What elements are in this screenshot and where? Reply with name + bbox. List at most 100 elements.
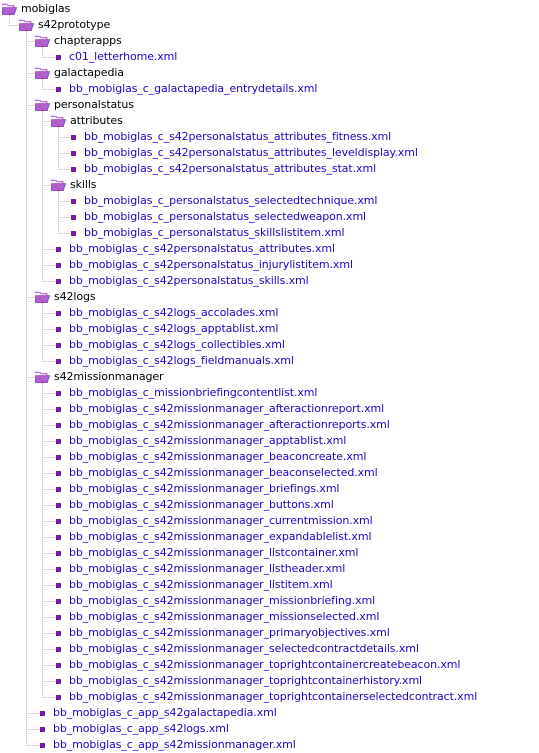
tree-file[interactable]: bb_mobiglas_c_app_s42galactapedia.xml [40, 705, 277, 721]
file-bullet-icon [56, 625, 66, 641]
file-bullet-icon [56, 561, 66, 577]
tree-file[interactable]: bb_mobiglas_c_missionbriefingcontentlist… [56, 385, 317, 401]
file-label: bb_mobiglas_c_s42missionmanager_primaryo… [69, 626, 390, 639]
file-label: bb_mobiglas_c_personalstatus_skillslisti… [84, 226, 345, 239]
tree-file[interactable]: bb_mobiglas_c_s42missionmanager_currentm… [56, 513, 373, 529]
tree-file[interactable]: bb_mobiglas_c_s42missionmanager_primaryo… [56, 625, 390, 641]
file-bullet-icon [40, 705, 50, 721]
file-bullet-icon [56, 673, 66, 689]
file-bullet-icon [56, 385, 66, 401]
tree-file[interactable]: bb_mobiglas_c_s42personalstatus_attribut… [71, 145, 418, 161]
tree-file[interactable]: bb_mobiglas_c_s42missionmanager_beaconcr… [56, 449, 366, 465]
tree-file[interactable]: bb_mobiglas_c_app_s42logs.xml [40, 721, 229, 737]
tree-folder[interactable]: s42missionmanager [35, 369, 164, 385]
file-bullet-icon [71, 161, 81, 177]
tree-file[interactable]: bb_mobiglas_c_s42logs_collectibles.xml [56, 337, 285, 353]
file-label: bb_mobiglas_c_s42personalstatus_skills.x… [69, 274, 309, 287]
tree-file[interactable]: bb_mobiglas_c_s42personalstatus_attribut… [71, 129, 391, 145]
folder-label: s42missionmanager [54, 370, 164, 383]
tree-file[interactable]: bb_mobiglas_c_s42missionmanager_buttons.… [56, 497, 334, 513]
file-bullet-icon [56, 657, 66, 673]
tree-file[interactable]: bb_mobiglas_c_s42missionmanager_apptabli… [56, 433, 346, 449]
file-bullet-icon [56, 321, 66, 337]
tree-file[interactable]: bb_mobiglas_c_s42missionmanager_listhead… [56, 561, 345, 577]
tree-file[interactable]: bb_mobiglas_c_s42missionmanager_missionb… [56, 593, 375, 609]
file-label: bb_mobiglas_c_s42missionmanager_selected… [69, 642, 419, 655]
folder-open-icon [35, 97, 51, 113]
tree-file[interactable]: bb_mobiglas_c_s42missionmanager_beaconse… [56, 465, 378, 481]
tree-file[interactable]: bb_mobiglas_c_galactapedia_entrydetails.… [56, 81, 317, 97]
file-label: bb_mobiglas_c_s42missionmanager_apptabli… [69, 434, 347, 447]
file-bullet-icon [56, 513, 66, 529]
tree-file[interactable]: bb_mobiglas_c_s42missionmanager_briefing… [56, 481, 339, 497]
tree-file[interactable]: bb_mobiglas_c_s42missionmanager_expandab… [56, 529, 372, 545]
tree-folder[interactable]: mobiglas [2, 1, 70, 17]
tree-file[interactable]: bb_mobiglas_c_personalstatus_skillslisti… [71, 225, 345, 241]
tree-file[interactable]: bb_mobiglas_c_s42personalstatus_skills.x… [56, 273, 309, 289]
file-label: bb_mobiglas_c_s42missionmanager_briefing… [69, 482, 340, 495]
tree-folder[interactable]: skills [51, 177, 97, 193]
file-label: bb_mobiglas_c_s42personalstatus_attribut… [84, 146, 418, 159]
file-label: bb_mobiglas_c_s42missionmanager_listitem… [69, 578, 333, 591]
tree-file[interactable]: bb_mobiglas_c_s42missionmanager_afteract… [56, 401, 384, 417]
file-bullet-icon [56, 481, 66, 497]
file-label: bb_mobiglas_c_s42missionmanager_topright… [69, 674, 423, 687]
tree-file[interactable]: bb_mobiglas_c_s42missionmanager_afteract… [56, 417, 390, 433]
tree-folder[interactable]: chapterapps [35, 33, 122, 49]
tree-folder[interactable]: s42logs [35, 289, 96, 305]
tree-file[interactable]: bb_mobiglas_c_s42logs_apptablist.xml [56, 321, 278, 337]
file-bullet-icon [56, 433, 66, 449]
tree-file[interactable]: bb_mobiglas_c_s42missionmanager_selected… [56, 641, 419, 657]
tree-file[interactable]: bb_mobiglas_c_s42missionmanager_topright… [56, 657, 460, 673]
file-bullet-icon [56, 641, 66, 657]
file-bullet-icon [56, 337, 66, 353]
tree-file[interactable]: bb_mobiglas_c_s42missionmanager_topright… [56, 689, 477, 705]
file-label: bb_mobiglas_c_s42missionmanager_listhead… [69, 562, 346, 575]
file-bullet-icon [56, 577, 66, 593]
file-bullet-icon [71, 129, 81, 145]
tree-file[interactable]: bb_mobiglas_c_app_s42missionmanager.xml [40, 737, 296, 753]
folder-open-icon [51, 177, 67, 193]
tree-file[interactable]: bb_mobiglas_c_personalstatus_selectedwea… [71, 209, 366, 225]
tree-file[interactable]: bb_mobiglas_c_s42personalstatus_attribut… [71, 161, 376, 177]
file-label: bb_mobiglas_c_s42missionmanager_missions… [69, 610, 380, 623]
folder-open-icon [51, 113, 67, 129]
file-label: bb_mobiglas_c_s42logs_collectibles.xml [69, 338, 285, 351]
file-bullet-icon [56, 401, 66, 417]
tree-file[interactable]: c01_letterhome.xml [56, 49, 177, 65]
file-bullet-icon [56, 449, 66, 465]
file-label: bb_mobiglas_c_missionbriefingcontentlist… [69, 386, 318, 399]
folder-open-icon [2, 1, 18, 17]
tree-file[interactable]: bb_mobiglas_c_s42logs_fieldmanuals.xml [56, 353, 294, 369]
file-label: bb_mobiglas_c_app_s42missionmanager.xml [53, 738, 296, 751]
tree-file[interactable]: bb_mobiglas_c_s42personalstatus_injuryli… [56, 257, 353, 273]
file-label: bb_mobiglas_c_s42logs_apptablist.xml [69, 322, 279, 335]
tree-folder[interactable]: galactapedia [35, 65, 124, 81]
file-bullet-icon [56, 241, 66, 257]
tree-file[interactable]: bb_mobiglas_c_s42missionmanager_listitem… [56, 577, 333, 593]
tree-folder[interactable]: personalstatus [35, 97, 134, 113]
file-bullet-icon [56, 689, 66, 705]
folder-label: chapterapps [54, 34, 122, 47]
file-bullet-icon [56, 257, 66, 273]
file-label: bb_mobiglas_c_s42missionmanager_topright… [69, 658, 461, 671]
file-label: bb_mobiglas_c_personalstatus_selectedwea… [84, 210, 367, 223]
file-bullet-icon [56, 529, 66, 545]
file-bullet-icon [71, 225, 81, 241]
tree-file[interactable]: bb_mobiglas_c_s42personalstatus_attribut… [56, 241, 335, 257]
folder-label: attributes [70, 114, 123, 127]
file-bullet-icon [56, 593, 66, 609]
file-label: bb_mobiglas_c_s42missionmanager_beaconcr… [69, 450, 367, 463]
tree-folder[interactable]: s42prototype [19, 17, 110, 33]
tree-folder[interactable]: attributes [51, 113, 123, 129]
tree-file[interactable]: bb_mobiglas_c_s42missionmanager_listcont… [56, 545, 358, 561]
file-label: bb_mobiglas_c_s42missionmanager_currentm… [69, 514, 373, 527]
tree-file[interactable]: bb_mobiglas_c_s42missionmanager_missions… [56, 609, 379, 625]
tree-file[interactable]: bb_mobiglas_c_s42logs_accolades.xml [56, 305, 278, 321]
tree-file[interactable]: bb_mobiglas_c_personalstatus_selectedtec… [71, 193, 377, 209]
file-bullet-icon [56, 81, 66, 97]
folder-open-icon [19, 17, 35, 33]
file-label: bb_mobiglas_c_app_s42galactapedia.xml [53, 706, 277, 719]
file-label: bb_mobiglas_c_personalstatus_selectedtec… [84, 194, 378, 207]
tree-file[interactable]: bb_mobiglas_c_s42missionmanager_topright… [56, 673, 422, 689]
